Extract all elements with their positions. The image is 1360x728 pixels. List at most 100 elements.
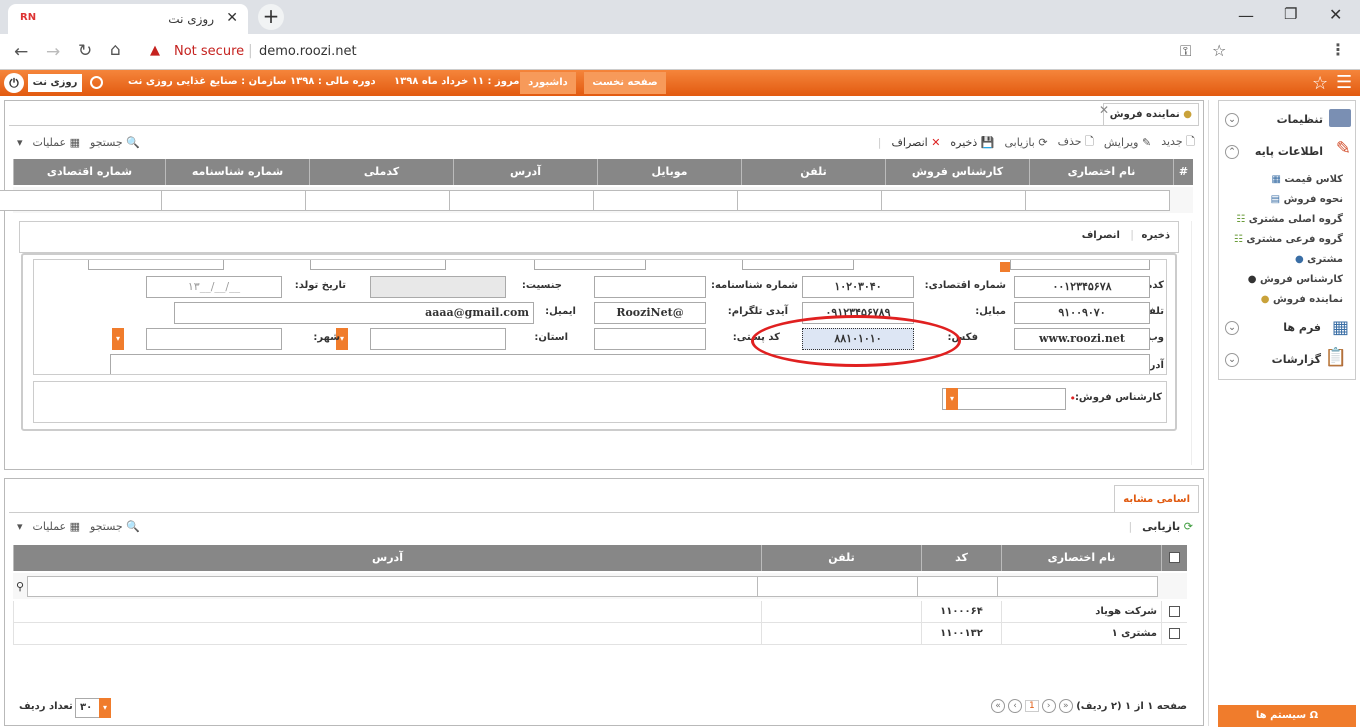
filter-input[interactable] [0,189,162,211]
prev-page-icon[interactable]: ‹ [1008,699,1022,713]
chevron-down-icon[interactable]: ⌄ [1225,321,1239,335]
id-no-input[interactable] [594,276,706,298]
home-icon[interactable]: ⌂ [110,40,121,60]
filter-input[interactable] [739,575,918,597]
filter-input[interactable] [27,575,758,597]
browser-tab[interactable]: RN روزی نت ✕ [8,4,248,34]
new-tab-button[interactable]: + [258,4,284,30]
bookmark-star-icon[interactable]: ☆ [1212,41,1226,60]
similar-search-button[interactable]: جستجو 🔍 [90,520,140,533]
favorite-star-icon[interactable]: ☆ [1312,73,1328,94]
dashboard-tab[interactable]: داشبورد [520,72,576,94]
search-button[interactable]: جستجو 🔍 [90,136,140,149]
user-button[interactable]: روزی نت [28,74,82,92]
sidebar-item-main-group[interactable]: گروه اصلی مشتری ☷ [1236,214,1343,225]
phone-input[interactable]: ۹۱۰۰۹۰۷۰ [1014,302,1150,324]
page-tab[interactable]: ● نماینده فروش [1102,103,1199,125]
similar-col-header[interactable]: آدرس [13,545,761,571]
form-cancel-button[interactable]: انصراف [1082,230,1120,241]
grid-col-header[interactable]: کارشناس فروش [885,159,1029,185]
sidebar-item-sub-group[interactable]: گروه فرعی مشتری ☷ [1234,234,1343,245]
sidebar-base-info[interactable]: ✎ اطلاعات پایه ⌃ [1215,135,1355,163]
clipped-field[interactable] [534,260,646,270]
filter-input[interactable] [979,575,1158,597]
clipped-field[interactable] [88,260,224,270]
name-field[interactable] [1010,260,1150,270]
grid-col-header[interactable]: نام اختصاری [1029,159,1173,185]
city-dropdown-icon[interactable]: ▾ [112,328,124,350]
row-checkbox[interactable] [1169,606,1180,617]
sidebar-forms[interactable]: ▦ فرم ها ⌄ [1215,313,1355,341]
chevron-down-icon[interactable]: ⌄ [1225,113,1239,127]
current-page[interactable]: 1 [1025,700,1039,712]
edit-button[interactable]: ✎ ویرایش [1104,136,1151,149]
not-secure-label[interactable]: Not secure [174,44,244,59]
reload-icon[interactable]: ↻ [78,41,92,61]
new-button[interactable]: 🗋 جدید [1161,133,1195,152]
restore-icon[interactable]: ❐ [1284,5,1297,23]
postal-input[interactable] [594,328,706,350]
table-row[interactable]: شرکت هویاد ۱۱۰۰۰۶۴ [13,601,1187,623]
grid-col-header[interactable]: تلفن [741,159,885,185]
close-window-icon[interactable]: ✕ [1329,5,1342,24]
telegram-input[interactable]: RooziNet@ [594,302,706,324]
chevron-down-icon[interactable]: ⌄ [1225,353,1239,367]
form-save-button[interactable]: ذخیره [1141,230,1170,241]
grid-col-header[interactable]: شماره اقتصادی [13,159,165,185]
form-scrollbar[interactable] [1191,221,1199,465]
clipped-field[interactable] [310,260,446,270]
color-swatch[interactable] [1000,262,1010,272]
sidebar-reports[interactable]: 📋 گزارشات ⌄ [1215,345,1355,373]
forward-icon[interactable]: → [46,42,60,62]
first-page-icon[interactable]: « [991,699,1005,713]
systems-button[interactable]: Ω سیستم ها [1218,705,1356,727]
gender-select[interactable] [370,276,506,298]
grid-col-header[interactable]: آدرس [453,159,597,185]
home-tab[interactable]: صفحه نخست [584,72,666,94]
row-checkbox[interactable] [1169,628,1180,639]
similar-col-header[interactable]: نام اختصاری [1001,545,1161,571]
minimize-icon[interactable]: — [1238,6,1254,25]
save-button[interactable]: 💾 ذخیره [950,136,994,149]
select-all-checkbox[interactable] [1169,552,1180,563]
grid-col-header[interactable]: شماره شناسنامه [165,159,309,185]
similar-refresh-button[interactable]: ⟳ بازیابی [1142,520,1193,533]
hamburger-icon[interactable]: ☰ [1336,72,1352,93]
close-tab-icon[interactable]: ✕ [226,10,238,26]
sidebar-item-price-class[interactable]: کلاس قیمت ▦ [1271,174,1343,185]
table-row[interactable]: مشتری ۱ ۱۱۰۰۱۳۲ [13,623,1187,645]
economic-no-input[interactable]: ۱۰۲۰۳۰۴۰ [802,276,914,298]
national-code-input[interactable]: ۰۰۱۲۳۴۵۶۷۸ [1014,276,1150,298]
browser-menu-icon[interactable]: ⋮ [1330,40,1346,59]
sidebar-item-sale-method[interactable]: نحوه فروش ▤ [1271,194,1343,205]
birth-input[interactable]: ۱۳__/__/__ [146,276,282,298]
province-select[interactable] [370,328,506,350]
url-input[interactable]: demo.roozi.net [259,44,357,59]
similar-col-header[interactable]: کد [921,545,1001,571]
grid-col-header[interactable]: موبایل [597,159,741,185]
next-page-icon[interactable]: › [1041,699,1056,713]
sales-expert-select[interactable] [942,388,1066,410]
power-icon[interactable]: ⏻ [4,73,24,93]
similar-tab[interactable]: اسامی مشابه [1114,485,1199,513]
refresh-button[interactable]: ⟳ بازیابی [1004,136,1047,149]
close-page-tab-icon[interactable]: ✕ [1099,103,1109,117]
sidebar-item-customer[interactable]: مشتری ● [1295,254,1343,265]
city-select[interactable] [146,328,282,350]
grid-col-header[interactable]: کدملی [309,159,453,185]
website-input[interactable]: www.roozi.net [1014,328,1150,350]
splitter[interactable] [1208,100,1216,726]
similar-scrollbar[interactable] [1187,601,1197,691]
ops-dropdown-icon[interactable]: ▾ [17,520,23,533]
similar-ops-button[interactable]: عملیات ▦ [33,520,80,533]
ops-button[interactable]: عملیات ▦ [33,136,80,149]
filter-icon[interactable]: ⚲ [16,580,24,593]
ops-dropdown-icon[interactable]: ▾ [17,136,23,149]
last-page-icon[interactable]: » [1058,699,1073,713]
email-input[interactable]: aaaa@gmail.com [174,302,534,324]
cancel-button[interactable]: ✕ انصراف [892,136,941,149]
sidebar-item-sales-rep[interactable]: نماینده فروش ● [1261,294,1343,305]
sales-expert-dropdown-icon[interactable]: ▾ [946,388,958,410]
company-field[interactable] [742,260,854,270]
sidebar-item-sales-expert[interactable]: کارشناس فروش ● [1248,274,1343,285]
